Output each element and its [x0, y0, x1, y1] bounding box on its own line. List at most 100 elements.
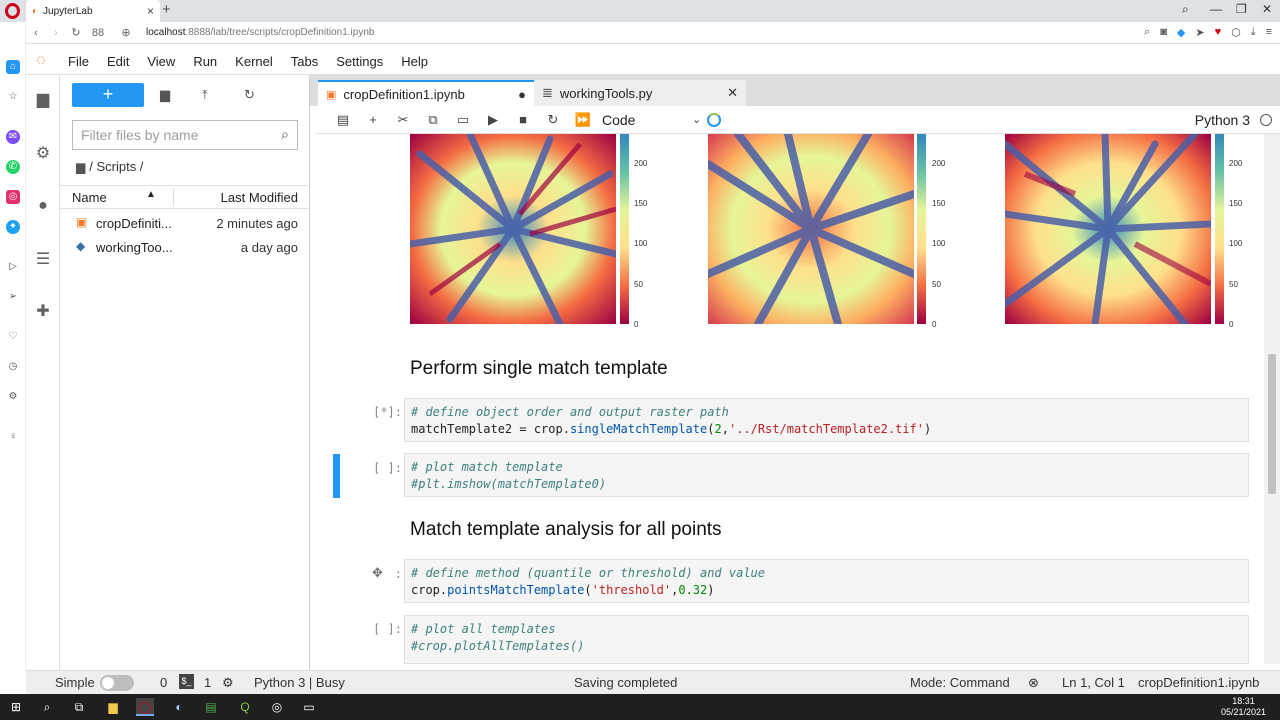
restart-run-all-icon[interactable]: ⏩ [568, 112, 598, 128]
cell-type-select[interactable]: Code [602, 112, 692, 128]
markdown-heading[interactable]: Perform single match template [410, 358, 668, 380]
app-icon[interactable]: ◎ [268, 698, 286, 716]
tab-workingtools[interactable]: ≣ workingTools.py ✕ [534, 80, 746, 106]
minimize-icon[interactable]: — [1210, 2, 1222, 16]
cube-icon[interactable]: ⬡ [1231, 26, 1241, 39]
new-launcher-button[interactable]: + [72, 83, 144, 107]
messenger-icon[interactable]: ✉ [6, 130, 20, 144]
tips-icon[interactable]: ♀ [6, 430, 20, 444]
shield-icon[interactable]: ◆ [1177, 26, 1185, 39]
save-icon[interactable]: ▤ [328, 112, 358, 128]
url-field[interactable]: localhost:8888/lab/tree/scripts/cropDefi… [146, 27, 374, 38]
add-cell-icon[interactable]: + [358, 112, 388, 127]
send-icon[interactable]: ➤ [1195, 26, 1204, 39]
home-icon[interactable]: ⌂ [6, 60, 20, 74]
forward-icon[interactable]: › [46, 27, 66, 39]
new-tab-button[interactable]: + [162, 1, 171, 18]
mode-indicator[interactable]: Mode: Command [910, 675, 1010, 690]
code-cell[interactable]: # define method (quantile or threshold) … [404, 559, 1249, 603]
chevron-down-icon[interactable]: ⌄ [692, 113, 701, 126]
bookmarks-heart-icon[interactable]: ♡ [6, 330, 20, 344]
file-row[interactable]: ◆ workingToo... a day ago [60, 235, 310, 259]
notepad-icon[interactable]: ▤ [202, 698, 220, 716]
breadcrumb-path[interactable]: / Scripts / [89, 159, 143, 174]
filter-files-input[interactable]: Filter files by name ⌕ [72, 120, 298, 150]
file-explorer-icon[interactable]: ▆ [104, 698, 122, 716]
simple-mode-toggle[interactable] [100, 675, 134, 691]
flow-icon[interactable]: ➢ [6, 290, 20, 304]
menu-icon[interactable]: ≡ [1266, 26, 1272, 39]
menu-settings[interactable]: Settings [336, 54, 383, 69]
menu-run[interactable]: Run [193, 54, 217, 69]
code-cell[interactable]: # plot match template #plt.imshow(matchT… [404, 453, 1249, 497]
copy-icon[interactable]: ⧉ [418, 112, 448, 128]
tab-cropdefinition[interactable]: ▣ cropDefinition1.ipynb ● [318, 80, 534, 106]
anaconda-icon[interactable]: ◐ [170, 698, 188, 716]
windows-start-icon[interactable]: ⊞ [7, 698, 25, 716]
unsaved-dot-icon[interactable]: ● [518, 87, 526, 102]
opera-logo-icon[interactable] [5, 3, 20, 19]
column-last-modified[interactable]: Last Modified [221, 190, 298, 205]
debugger-icon[interactable]: ⊗ [1028, 675, 1039, 691]
kernel-chip-icon[interactable]: ⚙ [222, 675, 234, 691]
search-tabs-icon[interactable]: ⌕ [1182, 2, 1189, 17]
file-row[interactable]: ▣ cropDefiniti... 2 minutes ago [60, 211, 310, 235]
heart-icon[interactable]: ♥ [1215, 26, 1222, 39]
player-icon[interactable]: ▷ [6, 260, 20, 274]
instagram-icon[interactable]: ◎ [6, 190, 20, 204]
close-window-icon[interactable]: ✕ [1262, 2, 1272, 16]
whatsapp-icon[interactable]: ✆ [6, 160, 20, 174]
menu-file[interactable]: File [68, 54, 89, 69]
reload-icon[interactable]: ↻ [66, 26, 86, 39]
camera-icon[interactable]: ◙ [1160, 26, 1167, 39]
settings-icon[interactable]: ⚙ [6, 390, 20, 404]
upload-icon[interactable]: ⤒ [202, 87, 208, 103]
history-icon[interactable]: ◷ [6, 360, 20, 374]
column-name[interactable]: Name [72, 190, 107, 205]
menu-tabs[interactable]: Tabs [291, 54, 318, 69]
system-clock[interactable]: 18:31 05/21/2021 [1221, 696, 1266, 718]
stop-icon[interactable]: ● [34, 197, 52, 215]
download-icon[interactable]: ⤓ [1251, 26, 1256, 39]
run-icon[interactable]: ▶ [478, 112, 508, 128]
terminal-icon[interactable]: $_ [179, 674, 194, 689]
opera-taskbar-icon[interactable]: ◯ [136, 698, 154, 716]
search-icon[interactable]: ⌕ [38, 698, 56, 716]
notebook-scrollbar[interactable] [1264, 134, 1280, 664]
cut-icon[interactable]: ✂ [388, 112, 418, 128]
back-icon[interactable]: ‹ [26, 27, 46, 39]
menu-help[interactable]: Help [401, 54, 428, 69]
interrupt-icon[interactable]: ■ [508, 112, 538, 127]
markdown-heading[interactable]: Match template analysis for all points [410, 519, 722, 541]
refresh-icon[interactable]: ↻ [244, 87, 255, 103]
qgis-icon[interactable]: Q [236, 698, 254, 716]
browser-tab-close-icon[interactable]: × [147, 4, 154, 18]
code-cell[interactable]: # define object order and output raster … [404, 398, 1249, 442]
menu-view[interactable]: View [147, 54, 175, 69]
close-tab-icon[interactable]: ✕ [727, 85, 738, 101]
kernel-status[interactable]: Python 3 | Busy [254, 675, 345, 690]
speed-dial-count[interactable]: 88 [86, 27, 110, 39]
running-icon[interactable]: ⚙ [34, 145, 52, 163]
cursor-position[interactable]: Ln 1, Col 1 [1062, 675, 1125, 690]
browser-tab-jupyterlab[interactable]: ◐ JupyterLab × [26, 0, 160, 22]
folder-icon[interactable]: ▆ [34, 91, 52, 109]
new-folder-icon[interactable]: ▆ [160, 87, 170, 103]
menu-kernel[interactable]: Kernel [235, 54, 273, 69]
paste-icon[interactable]: ▭ [448, 112, 478, 128]
restart-icon[interactable]: ↻ [538, 112, 568, 128]
terminal-taskbar-icon[interactable]: ▭ [300, 698, 318, 716]
search-icon[interactable]: ⌕ [1144, 26, 1150, 39]
star-icon[interactable]: ☆ [6, 90, 20, 104]
code-cell[interactable]: # plot all templates #crop.plotAllTempla… [404, 615, 1249, 664]
extension-icon[interactable]: ✚ [34, 303, 52, 321]
restore-icon[interactable]: ❐ [1236, 2, 1247, 16]
twitter-icon[interactable]: ✦ [6, 220, 20, 234]
toc-icon[interactable]: ☰ [34, 251, 52, 269]
task-view-icon[interactable]: ⧉ [70, 698, 88, 716]
file-modified: a day ago [240, 240, 298, 255]
scrollbar-thumb[interactable] [1268, 354, 1276, 494]
kernel-name[interactable]: Python 3 [1195, 112, 1250, 128]
menu-edit[interactable]: Edit [107, 54, 129, 69]
breadcrumb[interactable]: ▆ / Scripts / [76, 159, 143, 174]
